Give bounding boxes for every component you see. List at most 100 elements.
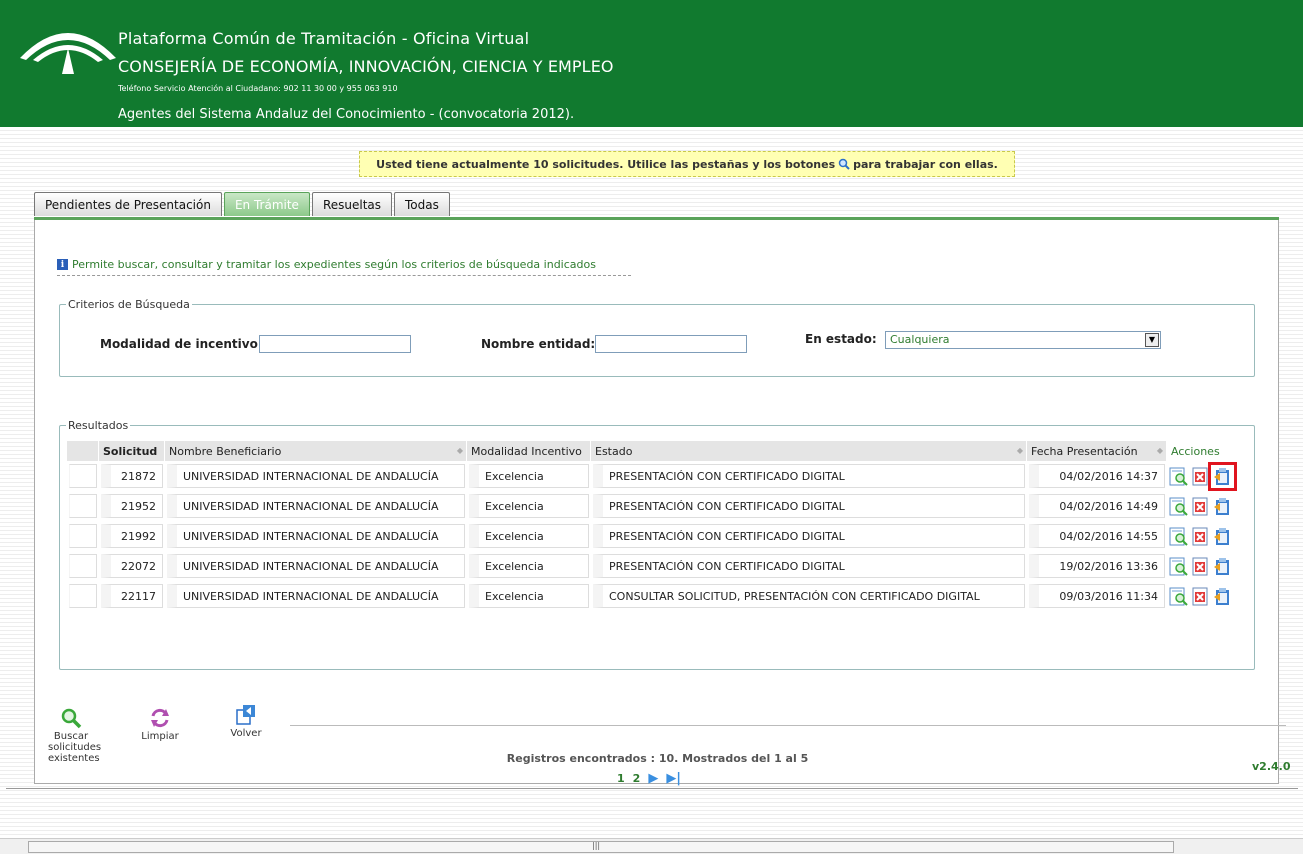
phone-info: Teléfono Servicio Atención al Ciudadano:… (118, 84, 398, 93)
table-row[interactable]: 22117 UNIVERSIDAD INTERNACIONAL DE ANDALU… (67, 581, 1245, 611)
nombre-entidad-input[interactable] (595, 335, 747, 353)
col-estado[interactable]: Estado ◆ (591, 441, 1027, 461)
notice-text-after: para trabajar con ellas. (853, 157, 998, 171)
view-icon[interactable] (1169, 527, 1188, 546)
row-modalidad-cell: Excelencia (467, 581, 591, 611)
tab-bar: Pendientes de Presentación En Trámite Re… (34, 192, 450, 216)
scrollbar-grip-icon: ||| (592, 841, 601, 850)
page-1[interactable]: 1 (617, 772, 625, 785)
row-modalidad: Excelencia (469, 584, 589, 608)
row-nombre: UNIVERSIDAD INTERNACIONAL DE ANDALUCÍA (167, 464, 465, 488)
row-nombre-cell: UNIVERSIDAD INTERNACIONAL DE ANDALUCÍA (165, 581, 467, 611)
tab-todas[interactable]: Todas (394, 192, 450, 216)
row-solicitud: 22072 (101, 554, 163, 578)
next-page-icon[interactable]: ▶ (648, 771, 658, 786)
row-solicitud: 21872 (101, 464, 163, 488)
consejeria-name: CONSEJERÍA DE ECONOMÍA, INNOVACIÓN, CIEN… (118, 57, 614, 76)
clipboard-icon[interactable] (1213, 587, 1232, 606)
row-actions-cell (1167, 521, 1245, 551)
delete-icon[interactable] (1191, 467, 1210, 486)
row-solicitud-cell: 21872 (99, 461, 165, 491)
row-estado: PRESENTACIÓN CON CERTIFICADO DIGITAL (593, 494, 1025, 518)
page-body: Usted tiene actualmente 10 solicitudes. … (0, 127, 1303, 854)
view-icon[interactable] (1169, 467, 1188, 486)
row-nombre-cell: UNIVERSIDAD INTERNACIONAL DE ANDALUCÍA (165, 461, 467, 491)
col-modalidad[interactable]: Modalidad Incentivo (467, 441, 591, 461)
table-row[interactable]: 22072 UNIVERSIDAD INTERNACIONAL DE ANDALU… (67, 551, 1245, 581)
limpiar-label: Limpiar (141, 731, 179, 742)
col-fecha-label: Fecha Presentación (1031, 444, 1138, 458)
table-row[interactable]: 21872 UNIVERSIDAD INTERNACIONAL DE ANDALU… (67, 461, 1245, 491)
view-icon[interactable] (1169, 587, 1188, 606)
back-icon (236, 705, 255, 725)
row-modalidad-cell: Excelencia (467, 491, 591, 521)
row-solicitud-cell: 22072 (99, 551, 165, 581)
view-icon[interactable] (1169, 557, 1188, 576)
row-modalidad-cell: Excelencia (467, 521, 591, 551)
row-checkbox-cell (67, 491, 99, 521)
row-estado-cell: CONSULTAR SOLICITUD, PRESENTACIÓN CON CE… (591, 581, 1027, 611)
row-checkbox-cell (67, 461, 99, 491)
junta-andalucia-logo (20, 33, 116, 74)
toolbar-divider (290, 725, 1286, 726)
row-checkbox[interactable] (69, 464, 97, 488)
col-solicitud[interactable]: Solicitud (99, 441, 165, 461)
notice-banner: Usted tiene actualmente 10 solicitudes. … (359, 151, 1015, 177)
tab-en-tramite[interactable]: En Trámite (223, 192, 310, 216)
row-nombre-cell: UNIVERSIDAD INTERNACIONAL DE ANDALUCÍA (165, 491, 467, 521)
scrollbar-thumb[interactable] (28, 841, 1174, 853)
version-label: v2.4.0 (1252, 760, 1291, 773)
platform-title: Plataforma Común de Tramitación - Oficin… (118, 29, 530, 48)
row-checkbox[interactable] (69, 494, 97, 518)
row-solicitud: 22117 (101, 584, 163, 608)
modalidad-input[interactable] (259, 335, 411, 353)
delete-icon[interactable] (1191, 527, 1210, 546)
col-fecha[interactable]: Fecha Presentación ◆ (1027, 441, 1167, 461)
delete-icon[interactable] (1191, 587, 1210, 606)
row-checkbox[interactable] (69, 554, 97, 578)
tab-resueltas[interactable]: Resueltas (311, 192, 393, 216)
sort-icon: ◆ (1016, 446, 1023, 455)
table-row[interactable]: 21952 UNIVERSIDAD INTERNACIONAL DE ANDALU… (67, 491, 1245, 521)
chevron-down-icon[interactable]: ▼ (1145, 333, 1159, 347)
buscar-button[interactable]: Buscar solicitudes existentes (48, 707, 101, 764)
col-nombre[interactable]: Nombre Beneficiario ◆ (165, 441, 467, 461)
row-fecha: 09/03/2016 11:34 (1029, 584, 1165, 608)
estado-select[interactable]: Cualquiera ▼ (885, 331, 1161, 349)
row-nombre-cell: UNIVERSIDAD INTERNACIONAL DE ANDALUCÍA (165, 551, 467, 581)
search-icon (61, 708, 82, 729)
tab-pendientes[interactable]: Pendientes de Presentación (34, 192, 222, 216)
row-estado: CONSULTAR SOLICITUD, PRESENTACIÓN CON CE… (593, 584, 1025, 608)
view-icon[interactable] (1169, 497, 1188, 516)
row-estado-cell: PRESENTACIÓN CON CERTIFICADO DIGITAL (591, 521, 1027, 551)
volver-button[interactable]: Volver (226, 704, 266, 739)
limpiar-button[interactable]: Limpiar (140, 707, 180, 742)
row-actions (1169, 461, 1243, 491)
col-acciones: Acciones (1167, 441, 1245, 461)
clipboard-icon[interactable] (1213, 527, 1232, 546)
row-fecha: 04/02/2016 14:37 (1029, 464, 1165, 488)
horizontal-scrollbar[interactable]: ||| (0, 838, 1303, 854)
last-page-icon[interactable]: ▶| (666, 771, 681, 786)
row-fecha-cell: 04/02/2016 14:55 (1027, 521, 1167, 551)
row-estado: PRESENTACIÓN CON CERTIFICADO DIGITAL (593, 554, 1025, 578)
row-fecha: 19/02/2016 13:36 (1029, 554, 1165, 578)
row-checkbox[interactable] (69, 584, 97, 608)
row-estado-cell: PRESENTACIÓN CON CERTIFICADO DIGITAL (591, 491, 1027, 521)
row-checkbox[interactable] (69, 524, 97, 548)
row-solicitud-cell: 21952 (99, 491, 165, 521)
buscar-label: Buscar solicitudes existentes (48, 731, 102, 764)
clipboard-icon[interactable] (1208, 461, 1237, 491)
row-nombre: UNIVERSIDAD INTERNACIONAL DE ANDALUCÍA (167, 494, 465, 518)
page-2[interactable]: 2 (633, 772, 641, 785)
clipboard-icon[interactable] (1213, 497, 1232, 516)
row-actions (1169, 584, 1243, 608)
clipboard-icon[interactable] (1213, 557, 1232, 576)
table-row[interactable]: 21992 UNIVERSIDAD INTERNACIONAL DE ANDALU… (67, 521, 1245, 551)
delete-icon[interactable] (1191, 497, 1210, 516)
delete-icon[interactable] (1191, 557, 1210, 576)
row-checkbox-cell (67, 521, 99, 551)
row-modalidad: Excelencia (469, 554, 589, 578)
row-solicitud-cell: 21992 (99, 521, 165, 551)
sort-icon: ◆ (1156, 446, 1163, 455)
